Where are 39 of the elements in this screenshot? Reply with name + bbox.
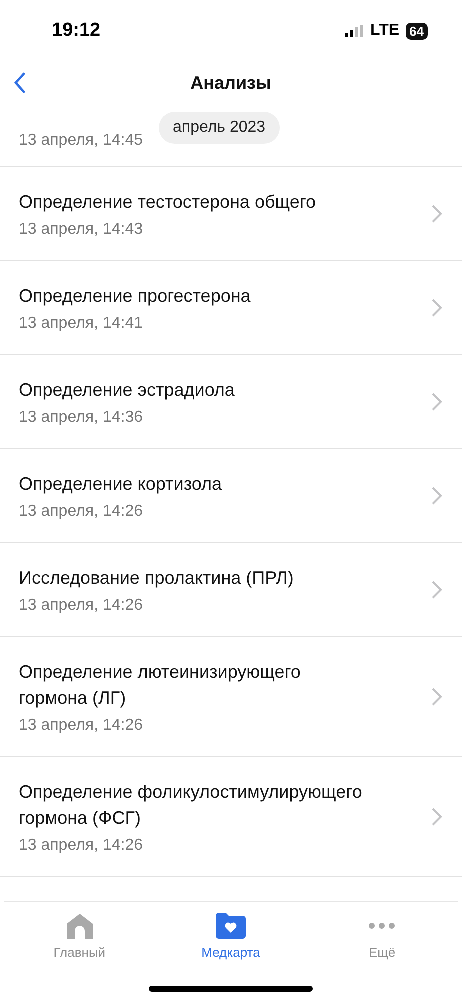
network-label: LTE — [370, 22, 400, 40]
analysis-row[interactable]: Определение кортизола 13 апреля, 14:26 — [0, 449, 462, 543]
analysis-date: 13 апреля, 14:26 — [19, 597, 144, 615]
analysis-date: 13 апреля, 14:45 — [19, 132, 143, 150]
chevron-icon — [431, 687, 443, 707]
analysis-title: Определение кортизола — [19, 473, 223, 496]
analysis-date: 13 апреля, 14:43 — [19, 221, 144, 239]
analysis-title: Определение фоликулостимулирующего гормона (ФСГ) — [19, 781, 364, 830]
status-time: 19:12 — [52, 20, 101, 42]
analysis-row[interactable]: Определение лютеинизирующего гормона (ЛГ) 13 апреля, 14:26 — [0, 637, 462, 757]
chevron-icon — [431, 204, 443, 224]
analysis-title: Определение эстрадиола — [19, 379, 236, 402]
signal-icon — [344, 25, 364, 37]
tab-bar-item[interactable]: Медкарта — [176, 912, 286, 961]
month-label: апрель 2023 — [159, 112, 280, 144]
chevron-icon — [431, 807, 443, 827]
folder-heart-icon — [216, 913, 246, 939]
chevron-icon — [431, 298, 443, 318]
analysis-title: Определение тестостерона общего — [19, 191, 318, 214]
home-icon — [66, 913, 94, 939]
analysis-row[interactable]: Исследование пролактина (ПРЛ) 13 апреля, 14:26 — [0, 543, 462, 637]
analysis-date: 13 апреля, 14:41 — [19, 315, 144, 333]
chevron-icon — [431, 580, 443, 600]
analysis-date: 13 апреля, 14:26 — [19, 503, 144, 521]
analysis-date: 13 апреля, 14:36 — [19, 409, 144, 427]
analysis-row[interactable]: Определение прогестерона 13 апреля, 14:41 — [0, 261, 462, 355]
battery-indicator: 64 — [406, 22, 428, 40]
analysis-date: 13 апреля, 14:26 — [19, 837, 144, 855]
page-title: Анализы — [190, 72, 272, 94]
more-icon — [368, 923, 396, 929]
analysis-row[interactable]: Определение фоликулостимулирующего гормона (ФСГ) 13 апреля, 14:26 — [0, 757, 462, 877]
analysis-title: Определение лютеинизирующего гормона (ЛГ) — [19, 661, 302, 710]
chevron-icon — [431, 486, 443, 506]
analysis-title: Определение прогестерона — [19, 285, 252, 308]
analysis-row[interactable]: Определение тестостерона общего 13 апреля, 14:43 — [0, 167, 462, 261]
chevron-icon — [431, 392, 443, 412]
analysis-row[interactable]: Определение эстрадиола 13 апреля, 14:36 — [0, 355, 462, 449]
analysis-date: 13 апреля, 14:26 — [19, 717, 144, 735]
analysis-title: Исследование пролактина (ПРЛ) — [19, 567, 295, 590]
